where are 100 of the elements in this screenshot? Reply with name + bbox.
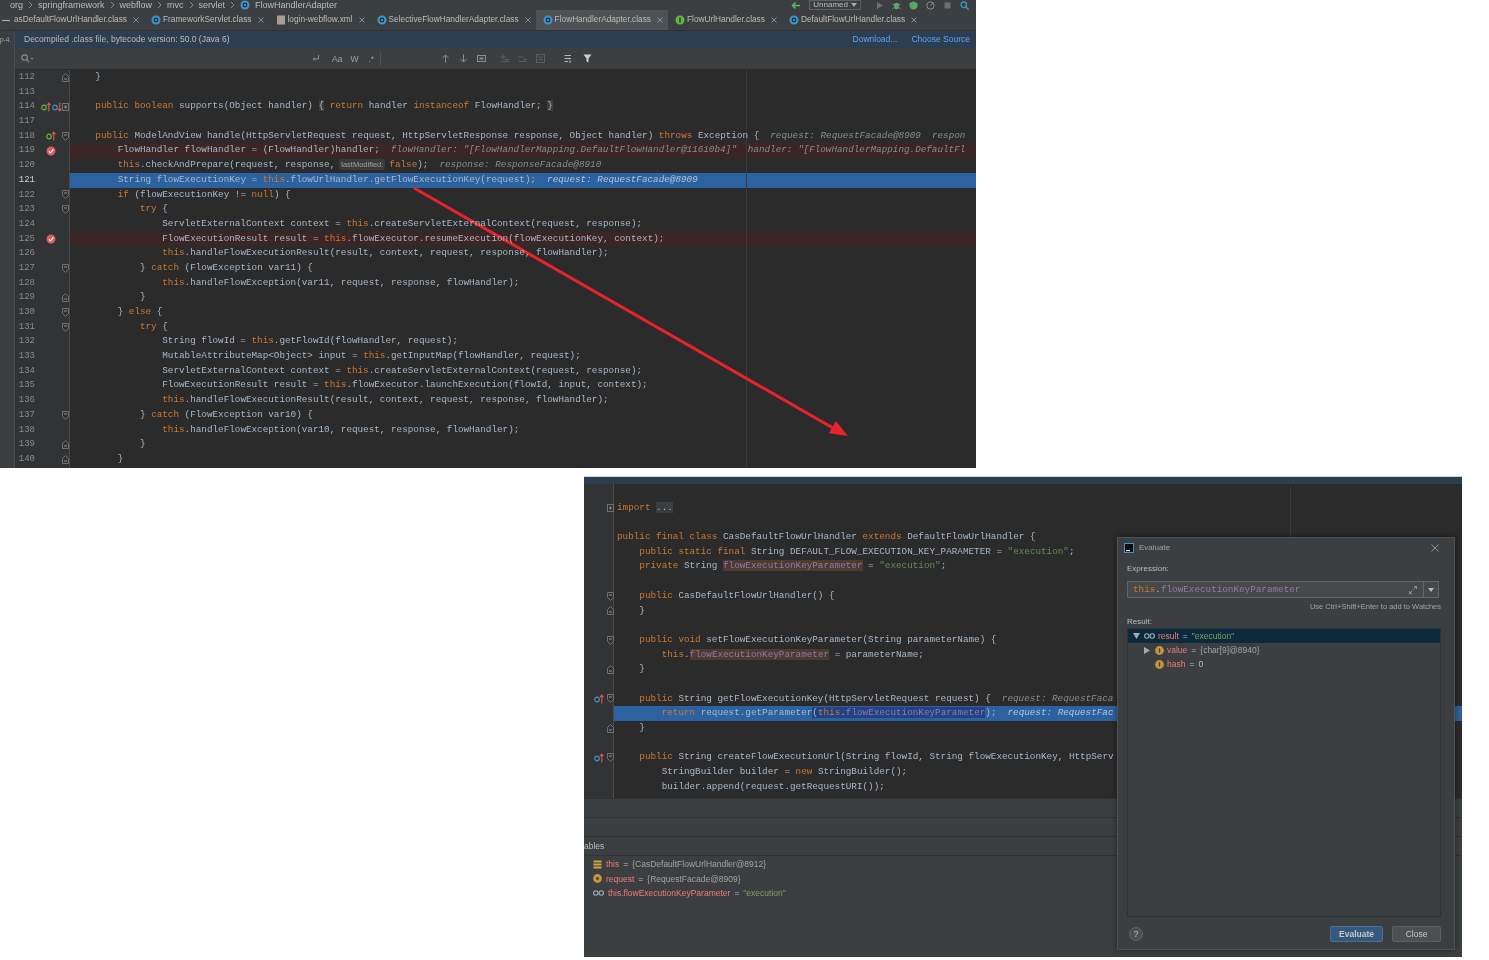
gutter-down-arrow-icon[interactable]: [51, 101, 62, 112]
fold-marker-icon[interactable]: [606, 723, 614, 733]
fold-marker-icon[interactable]: [606, 665, 614, 675]
fold-marker-icon[interactable]: [606, 635, 614, 645]
minus-lines-icon[interactable]: [518, 54, 528, 63]
evaluate-button[interactable]: Evaluate: [1330, 926, 1383, 942]
fold-marker-icon[interactable]: [606, 591, 614, 601]
fold-marker-icon[interactable]: [62, 454, 69, 464]
shield-icon[interactable]: [909, 0, 918, 10]
breakpoint-icon[interactable]: [46, 145, 56, 156]
breadcrumb-item[interactable]: mvc: [167, 0, 184, 10]
dialog-title: Evaluate: [1139, 543, 1171, 553]
expression-field[interactable]: this.flowExecutionKeyParameter: [1128, 582, 1409, 597]
close-icon[interactable]: [1431, 544, 1439, 552]
editor-tab[interactable]: FlowHandlerAdapter.class: [535, 10, 668, 30]
close-icon[interactable]: [657, 17, 663, 23]
whole-words-toggle[interactable]: W: [350, 53, 359, 64]
glasses-icon: [1144, 633, 1155, 639]
editor-tab[interactable]: DefaultFlowUrlHandler.class: [781, 10, 923, 30]
tree-node-label: hash = 0: [1167, 659, 1204, 669]
code-text: public void setFlowExecutionKeyParameter(String parameterName) {: [639, 633, 997, 645]
up-arrow-icon[interactable]: [441, 54, 451, 63]
line-number: 123: [18, 204, 35, 215]
close-icon[interactable]: [524, 17, 531, 23]
fold-marker-icon[interactable]: [62, 440, 69, 450]
regex-toggle[interactable]: .*: [368, 53, 375, 64]
search-icon[interactable]: [960, 0, 969, 10]
editor-tab[interactable]: SelectiveFlowHandlerAdapter.class: [369, 10, 536, 30]
line-number: 136: [18, 395, 35, 406]
line-number: 127: [18, 262, 35, 273]
choose-sources-link[interactable]: Choose Source: [911, 34, 970, 45]
code-text: this.checkAndPrepare(request, response,: [117, 159, 336, 171]
editor-tab[interactable]: asDefaultFlowUrlHandler.class: [12, 10, 144, 30]
match-case-toggle[interactable]: Aa: [332, 53, 343, 64]
return-arrow-icon[interactable]: [311, 54, 320, 63]
fold-marker-icon[interactable]: [62, 72, 69, 82]
breadcrumb-item[interactable]: springframework: [38, 0, 105, 10]
breadcrumb-item[interactable]: FlowHandlerAdapter: [255, 0, 338, 10]
down-arrow-icon[interactable]: [459, 54, 469, 63]
close-icon[interactable]: [133, 17, 139, 23]
code-text: }: [639, 722, 645, 733]
lines-icon[interactable]: [564, 54, 574, 63]
gutter-up-arrow-icon[interactable]: [46, 131, 56, 142]
chevron-icon: [188, 1, 194, 9]
fold-marker-icon[interactable]: [606, 694, 614, 704]
stop-icon[interactable]: [943, 0, 952, 10]
close-icon[interactable]: [770, 17, 777, 23]
filter-icon[interactable]: [583, 54, 593, 63]
plus-lines-icon[interactable]: [500, 54, 510, 63]
editor-tab[interactable]: FrameworkServlet.class: [144, 10, 269, 30]
breadcrumb-item[interactable]: org: [10, 0, 23, 10]
expand-icon[interactable]: [1409, 585, 1417, 594]
fold-marker-icon[interactable]: [62, 410, 69, 420]
fold-marker-icon[interactable]: [606, 504, 614, 513]
code-text: public CasDefaultFlowUrlHandler() {: [639, 589, 835, 601]
fold-marker-icon[interactable]: [62, 205, 69, 215]
close-icon[interactable]: [257, 17, 264, 23]
close-icon[interactable]: [358, 17, 365, 23]
caret-right-icon[interactable]: [1144, 646, 1150, 654]
close-icon[interactable]: [911, 17, 918, 23]
help-button[interactable]: ?: [1129, 927, 1143, 941]
code-text: public static final String DEFAULT_FLOW_EXECUTION_KEY_PARAMETER = "execution";: [639, 545, 1075, 557]
gauge-icon[interactable]: [926, 0, 935, 10]
run-configuration-dropdown[interactable]: Unnamed: [809, 0, 861, 10]
bug-icon[interactable]: [892, 0, 901, 10]
fold-marker-icon[interactable]: [62, 263, 69, 273]
play-icon[interactable]: [875, 0, 884, 10]
fold-marker-icon[interactable]: [62, 102, 69, 111]
fold-marker-icon[interactable]: [62, 293, 69, 303]
breadcrumb-item[interactable]: webflow: [119, 0, 153, 10]
code-text: StringBuilder builder = new StringBuilder();: [661, 766, 908, 778]
editor-tab[interactable]: login-webflow.xml: [268, 10, 370, 30]
stacked-bars-icon: [593, 859, 602, 869]
glasses-icon: [593, 890, 604, 897]
class-icon: [151, 15, 161, 25]
gutter-up-arrow-icon[interactable]: [40, 101, 51, 112]
minimize-icon[interactable]: [2, 18, 10, 22]
gutter-up-arrow-icon[interactable]: [593, 693, 604, 704]
fold-marker-icon[interactable]: [62, 131, 69, 141]
code-text: }: [139, 291, 146, 303]
gutter-up-arrow-icon[interactable]: [593, 752, 604, 763]
close-button[interactable]: Close: [1392, 926, 1441, 942]
fold-marker-icon[interactable]: [62, 322, 69, 332]
fold-marker-icon[interactable]: [606, 753, 614, 763]
breakpoint-icon[interactable]: [46, 233, 56, 244]
fold-marker-icon[interactable]: [62, 190, 69, 200]
breadcrumb-item[interactable]: servlet: [198, 0, 226, 10]
editor-tab[interactable]: FlowUrlHandler.class: [668, 10, 782, 30]
line-number: 119: [18, 145, 35, 156]
download-link[interactable]: Download...: [852, 34, 898, 45]
caret-down-icon[interactable]: [1133, 633, 1140, 639]
framed-rectangle-icon[interactable]: [477, 54, 487, 63]
back-arrow-icon[interactable]: [791, 0, 802, 10]
fold-marker-icon[interactable]: [606, 606, 614, 616]
selected-tree-row[interactable]: result = "execution": [1128, 629, 1440, 643]
fold-marker-icon[interactable]: [62, 307, 69, 317]
framed-lines-icon[interactable]: [536, 54, 546, 63]
search-icon[interactable]: [21, 54, 34, 63]
chevron-icon: [109, 1, 115, 9]
code-text: false);: [389, 159, 429, 171]
